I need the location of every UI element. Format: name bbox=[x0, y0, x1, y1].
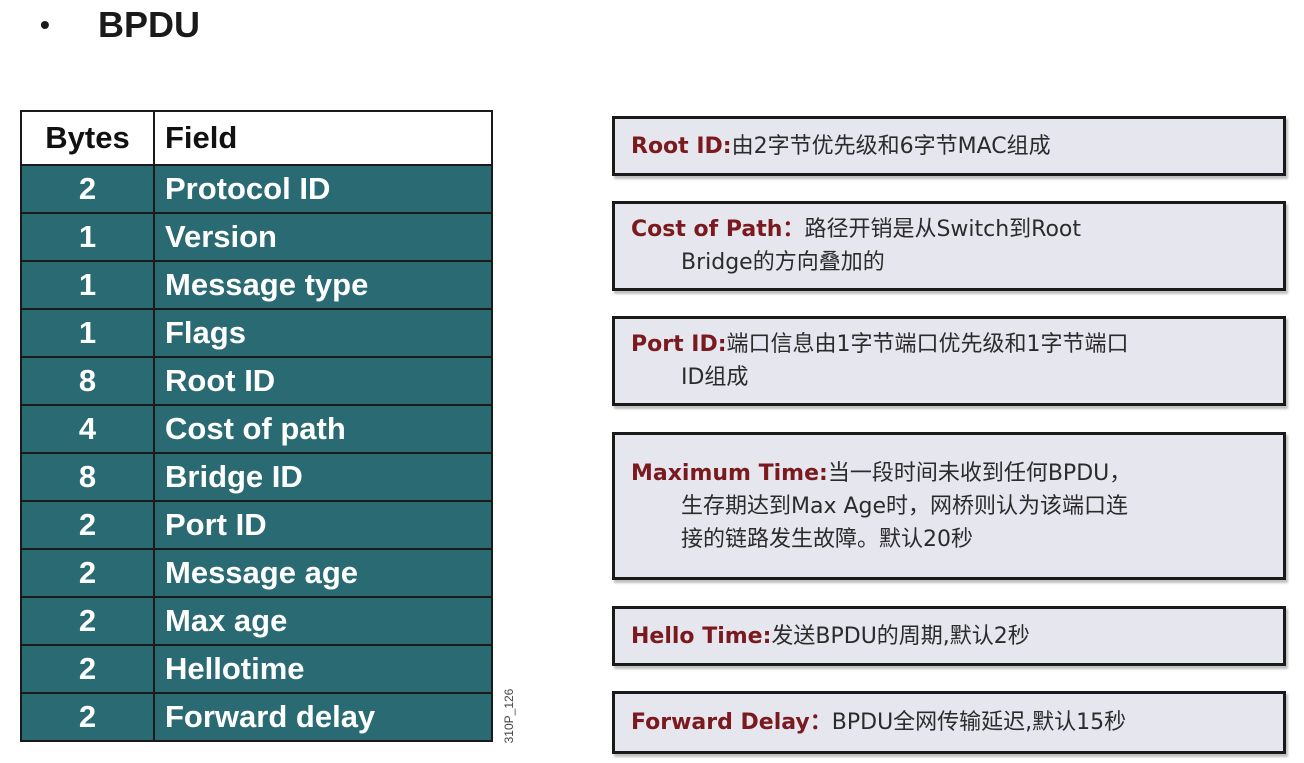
note-text: 路径开销是从Switch到Root bbox=[804, 217, 1082, 242]
table-row: 4 Cost of path bbox=[20, 404, 493, 454]
field-cell: Version bbox=[153, 212, 493, 262]
header-field: Field bbox=[153, 110, 493, 166]
note-text: 接的链路发生故障。默认20秒 bbox=[681, 526, 973, 552]
page-title: BPDU bbox=[98, 4, 201, 45]
note-port-id: Port ID:端口信息由1字节端口优先级和1字节端口 ID组成 bbox=[612, 316, 1286, 406]
bytes-cell: 1 bbox=[20, 308, 155, 358]
table-row: 2 Port ID bbox=[20, 500, 493, 550]
note-text: ID组成 bbox=[681, 365, 749, 390]
bpdu-field-table: Bytes Field 2 Protocol ID 1 Version 1 Messa… bbox=[20, 110, 493, 742]
note-cost-of-path: Cost of Path：路径开销是从Switch到Root Bridge的方向… bbox=[612, 201, 1286, 291]
slide-code-text: 310P_126 bbox=[502, 688, 516, 744]
bytes-cell: 2 bbox=[20, 164, 155, 214]
bytes-cell: 4 bbox=[20, 404, 155, 454]
field-cell: Flags bbox=[153, 308, 493, 358]
page-heading: • BPDU bbox=[40, 4, 200, 46]
note-line: Port ID:端口信息由1字节端口优先级和1字节端口 bbox=[631, 328, 1263, 361]
note-term: Forward Delay： bbox=[631, 710, 832, 735]
note-forward-delay: Forward Delay：BPDU全网传输延迟,默认15秒 bbox=[612, 691, 1286, 754]
field-cell: Root ID bbox=[153, 356, 493, 406]
note-line: Root ID:由2字节优先级和6字节MAC组成 bbox=[631, 130, 1263, 163]
header-bytes: Bytes bbox=[20, 110, 155, 166]
table-header-row: Bytes Field bbox=[20, 110, 493, 166]
table-row: 2 Forward delay bbox=[20, 692, 493, 742]
note-term: Maximum Time: bbox=[631, 460, 828, 486]
note-term: Cost of Path： bbox=[631, 217, 805, 242]
table-row: 1 Version bbox=[20, 212, 493, 262]
note-line: Forward Delay：BPDU全网传输延迟,默认15秒 bbox=[631, 706, 1263, 739]
field-cell: Message age bbox=[153, 548, 493, 598]
note-text: 生存期达到Max Age时，网桥则认为该端口连 bbox=[681, 493, 1129, 519]
note-term: Hello Time: bbox=[631, 623, 772, 649]
note-text: BPDU全网传输延迟,默认15秒 bbox=[831, 710, 1127, 735]
note-term: Root ID: bbox=[631, 133, 732, 159]
field-cell: Protocol ID bbox=[153, 164, 493, 214]
table-row: 2 Hellotime bbox=[20, 644, 493, 694]
table-row: 8 Bridge ID bbox=[20, 452, 493, 502]
field-cell: Max age bbox=[153, 596, 493, 646]
bytes-cell: 1 bbox=[20, 212, 155, 262]
note-line: Cost of Path：路径开销是从Switch到Root bbox=[631, 213, 1263, 246]
note-root-id: Root ID:由2字节优先级和6字节MAC组成 bbox=[612, 116, 1286, 176]
table-row: 2 Max age bbox=[20, 596, 493, 646]
bytes-cell: 8 bbox=[20, 452, 155, 502]
table-row: 1 Message type bbox=[20, 260, 493, 310]
table-row: 1 Flags bbox=[20, 308, 493, 358]
field-cell: Bridge ID bbox=[153, 452, 493, 502]
bytes-cell: 2 bbox=[20, 500, 155, 550]
bytes-cell: 1 bbox=[20, 260, 155, 310]
note-term: Port ID: bbox=[631, 332, 727, 357]
note-maximum-time: Maximum Time:当一段时间未收到任何BPDU， 生存期达到Max Ag… bbox=[612, 432, 1286, 580]
note-text: 由2字节优先级和6字节MAC组成 bbox=[731, 133, 1051, 159]
note-hello-time: Hello Time:发送BPDU的周期,默认2秒 bbox=[612, 606, 1286, 666]
table-row: 2 Message age bbox=[20, 548, 493, 598]
note-text: 当一段时间未收到任何BPDU， bbox=[827, 460, 1132, 486]
bytes-cell: 8 bbox=[20, 356, 155, 406]
field-cell: Message type bbox=[153, 260, 493, 310]
note-line: Maximum Time:当一段时间未收到任何BPDU， bbox=[631, 457, 1263, 490]
bullet-dot: • bbox=[40, 9, 50, 40]
bytes-cell: 2 bbox=[20, 692, 155, 742]
note-text: 端口信息由1字节端口优先级和1字节端口 bbox=[726, 332, 1129, 357]
note-line: Hello Time:发送BPDU的周期,默认2秒 bbox=[631, 620, 1263, 653]
slide-code: 310P_126 bbox=[499, 676, 519, 756]
field-cell: Forward delay bbox=[153, 692, 493, 742]
table-row: 8 Root ID bbox=[20, 356, 493, 406]
bytes-cell: 2 bbox=[20, 548, 155, 598]
note-text: 发送BPDU的周期,默认2秒 bbox=[771, 623, 1030, 649]
note-text: Bridge的方向叠加的 bbox=[681, 250, 885, 275]
field-cell: Cost of path bbox=[153, 404, 493, 454]
field-cell: Hellotime bbox=[153, 644, 493, 694]
bytes-cell: 2 bbox=[20, 644, 155, 694]
bytes-cell: 2 bbox=[20, 596, 155, 646]
field-cell: Port ID bbox=[153, 500, 493, 550]
table-row: 2 Protocol ID bbox=[20, 164, 493, 214]
